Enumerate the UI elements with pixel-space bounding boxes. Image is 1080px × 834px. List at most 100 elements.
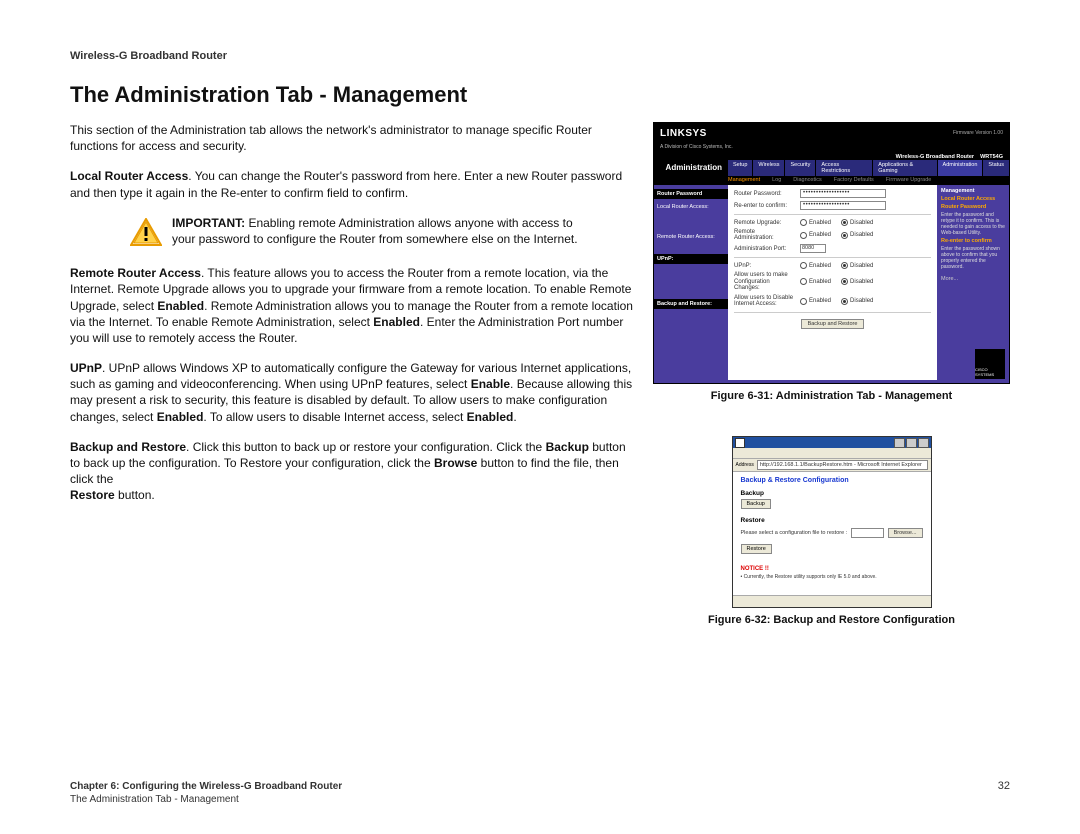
admin-label: Administration bbox=[654, 163, 728, 172]
browse-btn-text: Browse bbox=[434, 456, 477, 470]
subtab-management[interactable]: Management bbox=[728, 177, 760, 183]
main-text-column: This section of the Administration tab a… bbox=[70, 122, 633, 626]
figures-column: LINKSYS Firmware Version 1.00 A Division… bbox=[653, 122, 1010, 626]
local-access-bold: Local Router Access bbox=[70, 169, 188, 183]
backup-btn-text: Backup bbox=[546, 440, 589, 454]
address-label: Address bbox=[736, 462, 754, 468]
upnp-paragraph: UPnP. UPnP allows Windows XP to automati… bbox=[70, 360, 633, 425]
help-more-link[interactable]: More... bbox=[941, 276, 1005, 282]
remote-upgrade-label: Remote Upgrade: bbox=[734, 220, 796, 226]
restore-section-label: Restore bbox=[741, 517, 923, 524]
remote-upgrade-enabled-radio[interactable] bbox=[800, 219, 807, 226]
tab-wireless[interactable]: Wireless bbox=[753, 160, 784, 176]
figure1-caption: Figure 6-31: Administration Tab - Manage… bbox=[653, 390, 1010, 402]
upnp-enabled-radio[interactable] bbox=[800, 262, 807, 269]
url-input[interactable]: http://192.168.1.1/BackupRestore.htm - M… bbox=[757, 460, 928, 470]
cisco-logo: CISCO SYSTEMS bbox=[975, 349, 1005, 379]
restore-file-input[interactable] bbox=[851, 528, 883, 538]
middle-form-panel: Router Password: •••••••••••••••••• Re-e… bbox=[728, 185, 937, 380]
warning-icon bbox=[130, 218, 162, 246]
backup-section-label: Backup bbox=[741, 490, 923, 497]
upnp-bold: UPnP bbox=[70, 361, 102, 375]
upnp-enabled2: Enabled bbox=[467, 410, 514, 424]
tab-setup[interactable]: Setup bbox=[728, 160, 752, 176]
page-number: 32 bbox=[998, 780, 1010, 792]
remote-access-paragraph: Remote Router Access. This feature allow… bbox=[70, 265, 633, 346]
allow-config-enabled-radio[interactable] bbox=[800, 278, 807, 285]
important-callout: IMPORTANT: Enabling remote Administratio… bbox=[130, 215, 580, 247]
allow-disable-enabled-radio[interactable] bbox=[800, 298, 807, 305]
remote-enabled2: Enabled bbox=[373, 315, 420, 329]
upnp-label: UPnP: bbox=[734, 263, 796, 269]
help-h1: Local Router Access bbox=[941, 196, 1005, 202]
allow-config-disabled-radio[interactable] bbox=[841, 278, 848, 285]
tab-access[interactable]: Access Restrictions bbox=[816, 160, 872, 176]
password-input[interactable]: •••••••••••••••••• bbox=[800, 189, 886, 198]
firmware-label: Firmware Version 1.00 bbox=[953, 130, 1003, 136]
reenter-input[interactable]: •••••••••••••••••• bbox=[800, 201, 886, 210]
allow-disable-disabled-radio[interactable] bbox=[841, 298, 848, 305]
tab-security[interactable]: Security bbox=[785, 160, 815, 176]
backup-text4: button. bbox=[115, 488, 155, 502]
remote-admin-label: Remote Administration: bbox=[734, 229, 796, 241]
product-header: Wireless-G Broadband Router bbox=[70, 50, 1010, 62]
router-header-bar: LINKSYS Firmware Version 1.00 bbox=[654, 123, 1009, 143]
password-label: Router Password: bbox=[734, 191, 796, 197]
browser-titlebar bbox=[733, 437, 931, 448]
footer-section: The Administration Tab - Management bbox=[70, 794, 239, 805]
min-button[interactable] bbox=[894, 438, 905, 448]
figure-router-admin: LINKSYS Firmware Version 1.00 A Division… bbox=[653, 122, 1010, 384]
browse-button[interactable]: Browse... bbox=[888, 528, 923, 538]
section-router-password: Router Password bbox=[654, 189, 728, 199]
local-access-paragraph: Local Router Access. You can change the … bbox=[70, 168, 633, 200]
browser-status-bar bbox=[733, 595, 931, 607]
restore-btn-text: Restore bbox=[70, 488, 115, 502]
restore-prompt: Please select a configuration file to re… bbox=[741, 530, 848, 536]
remote-admin-disabled-radio[interactable] bbox=[841, 232, 848, 239]
max-button[interactable] bbox=[906, 438, 917, 448]
sub-brand-bar: A Division of Cisco Systems, Inc. bbox=[654, 143, 1009, 153]
section-backup: Backup and Restore: bbox=[654, 299, 728, 309]
help-h2: Re-enter to confirm bbox=[941, 238, 1005, 244]
page-title: The Administration Tab - Management bbox=[70, 82, 1010, 108]
subtab-firmware[interactable]: Firmware Upgrade bbox=[886, 177, 932, 183]
close-button[interactable] bbox=[918, 438, 929, 448]
left-purple-panel: Router Password Local Router Access: Rem… bbox=[654, 185, 728, 380]
backup-text1: . Click this button to back up or restor… bbox=[186, 440, 546, 454]
backup-body: Backup & Restore Configuration Backup Ba… bbox=[733, 472, 931, 595]
sub-tab-row: Management Log Diagnostics Factory Defau… bbox=[654, 174, 1009, 185]
backup-restore-button[interactable]: Backup and Restore bbox=[801, 319, 865, 329]
remote-bold: Remote Router Access bbox=[70, 266, 201, 280]
backup-button[interactable]: Backup bbox=[741, 499, 771, 509]
tab-status[interactable]: Status bbox=[983, 160, 1009, 176]
section-upnp: UPnP: bbox=[654, 254, 728, 264]
browser-address-bar: Address http://192.168.1.1/BackupRestore… bbox=[733, 459, 931, 472]
footer-chapter: Chapter 6: Configuring the Wireless-G Br… bbox=[70, 781, 342, 792]
help-h1b: Router Password bbox=[941, 204, 1005, 210]
subtab-defaults[interactable]: Factory Defaults bbox=[834, 177, 874, 183]
upnp-disabled-radio[interactable] bbox=[841, 262, 848, 269]
upnp-enabled1: Enabled bbox=[157, 410, 204, 424]
important-text-block: IMPORTANT: Enabling remote Administratio… bbox=[172, 215, 580, 247]
allow-config-label: Allow users to make Configuration Change… bbox=[734, 272, 796, 292]
remote-upgrade-disabled-radio[interactable] bbox=[841, 219, 848, 226]
intro-paragraph: This section of the Administration tab a… bbox=[70, 122, 633, 154]
subtab-diagnostics[interactable]: Diagnostics bbox=[793, 177, 821, 183]
remote-enabled1: Enabled bbox=[157, 299, 204, 313]
upnp-text3: . To allow users to disable Internet acc… bbox=[203, 410, 466, 424]
help-p2: Enter the password shown above to confir… bbox=[941, 246, 1005, 270]
notice-text: • Currently, the Restore utility support… bbox=[741, 574, 923, 580]
router-footer: Save Settings Cancel Changes bbox=[654, 380, 1009, 384]
admin-port-input[interactable]: 8080 bbox=[800, 244, 826, 253]
tab-administration[interactable]: Administration bbox=[938, 160, 983, 176]
router-body: Router Password Local Router Access: Rem… bbox=[654, 185, 1009, 380]
browser-icon bbox=[735, 438, 745, 448]
restore-button[interactable]: Restore bbox=[741, 544, 772, 554]
tab-apps[interactable]: Applications & Gaming bbox=[873, 160, 936, 176]
subtab-log[interactable]: Log bbox=[772, 177, 781, 183]
figure-backup-restore: Address http://192.168.1.1/BackupRestore… bbox=[732, 436, 932, 608]
help-p1: Enter the password and retype it to conf… bbox=[941, 212, 1005, 236]
remote-admin-enabled-radio[interactable] bbox=[800, 232, 807, 239]
linksys-logo: LINKSYS bbox=[660, 128, 707, 139]
notice-label: NOTICE !! bbox=[741, 566, 923, 572]
